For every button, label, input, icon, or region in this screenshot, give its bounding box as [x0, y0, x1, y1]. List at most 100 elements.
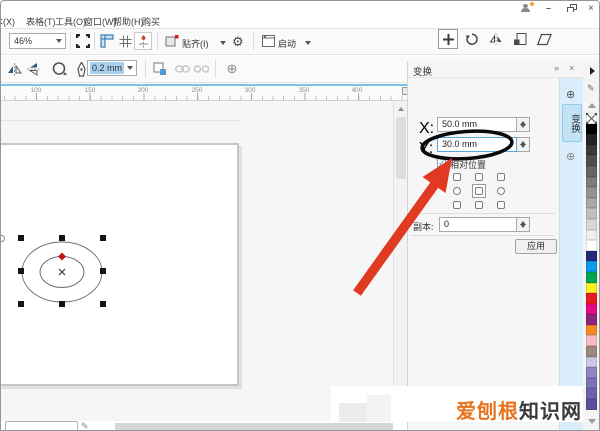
color-swatch[interactable] [586, 314, 597, 325]
docker-tab-transform[interactable]: 变换 [562, 104, 582, 142]
anchor-middle-right[interactable] [497, 187, 505, 195]
color-swatch[interactable] [586, 388, 597, 399]
color-swatch[interactable] [586, 399, 597, 410]
color-swatch[interactable] [586, 346, 597, 357]
y-position-input[interactable]: 30.0 mm [437, 137, 517, 152]
anchor-center[interactable] [475, 187, 483, 195]
menu-item-help[interactable]: 帮助(H) [113, 15, 144, 28]
color-swatch[interactable] [586, 272, 597, 283]
apply-button[interactable]: 应用 [515, 239, 557, 254]
palette-flyout-icon[interactable] [590, 67, 595, 75]
menu-item-window[interactable]: 窗口(W) [84, 15, 117, 28]
copies-spinner[interactable] [517, 217, 530, 232]
relative-position-checkbox[interactable]: ✓ [437, 158, 446, 167]
color-swatch[interactable] [586, 198, 597, 209]
selection-handle[interactable] [59, 235, 65, 241]
mirror-horizontal-icon[interactable] [5, 60, 23, 78]
anchor-bottom-left[interactable] [453, 201, 461, 209]
anchor-bottom-right[interactable] [497, 201, 505, 209]
anchor-top-left[interactable] [453, 173, 461, 181]
grid-toggle-icon[interactable] [116, 32, 134, 50]
snap-to-dropdown[interactable]: 贴齐(I) [182, 37, 209, 50]
color-swatch[interactable] [586, 134, 597, 145]
chevron-down-icon[interactable] [305, 41, 311, 45]
scroll-up-icon[interactable] [398, 107, 404, 111]
selection-handle[interactable] [100, 235, 106, 241]
docker-expand-icon[interactable]: » [554, 63, 559, 73]
transform-rotate-tab[interactable] [462, 29, 482, 49]
color-swatch[interactable] [586, 325, 597, 336]
zoom-level-combo[interactable]: 46% [9, 33, 66, 49]
unlink-icon[interactable] [192, 60, 210, 78]
x-position-input[interactable]: 50.0 mm [437, 117, 517, 132]
color-swatch[interactable] [586, 261, 597, 272]
add-preset-icon[interactable]: ⊕ [223, 60, 241, 78]
docker-new-icon[interactable]: ⊕ [566, 88, 575, 101]
color-swatch[interactable] [586, 187, 597, 198]
x-spinner[interactable] [517, 117, 530, 132]
anchor-top-right[interactable] [497, 173, 505, 181]
menu-item-buy[interactable]: 购买 [142, 15, 160, 28]
no-color-swatch[interactable] [586, 113, 597, 124]
ellipse-properties-icon[interactable] [51, 60, 69, 78]
color-swatch[interactable] [586, 155, 597, 166]
color-swatch[interactable] [586, 293, 597, 304]
docker-close-icon[interactable]: × [569, 63, 574, 73]
anchor-middle-left[interactable] [453, 187, 461, 195]
color-swatch[interactable] [586, 230, 597, 241]
horizontal-scrollbar[interactable] [115, 423, 393, 431]
transform-scale-mirror-tab[interactable] [486, 29, 506, 49]
menu-item-table[interactable]: 表格(T) [26, 15, 56, 28]
snap-options-icon[interactable] [163, 32, 181, 50]
color-swatch[interactable] [586, 304, 597, 315]
anchor-top-center[interactable] [475, 173, 483, 181]
add-docker-icon[interactable]: ⊕ [566, 150, 575, 163]
color-swatch[interactable] [586, 208, 597, 219]
rulers-toggle-icon[interactable] [98, 32, 116, 50]
transform-size-tab[interactable] [510, 29, 530, 49]
color-swatch[interactable] [586, 166, 597, 177]
color-swatch[interactable] [586, 335, 597, 346]
chevron-down-icon[interactable] [56, 39, 62, 43]
color-swatch[interactable] [586, 378, 597, 389]
color-swatch[interactable] [586, 283, 597, 294]
color-swatch[interactable] [586, 124, 597, 135]
color-swatch[interactable] [586, 145, 597, 156]
drawing-canvas[interactable] [1, 101, 393, 421]
chevron-down-icon[interactable] [127, 66, 133, 70]
options-gear-icon[interactable]: ⚙ [232, 34, 244, 50]
transform-skew-tab[interactable] [534, 29, 554, 49]
color-swatch[interactable] [586, 367, 597, 378]
outline-width-combo[interactable]: 0.2 mm [87, 60, 137, 76]
copies-input[interactable]: 0 [439, 217, 517, 232]
selection-handle[interactable] [18, 268, 24, 274]
vertical-scrollbar[interactable] [393, 101, 407, 421]
selection-handle[interactable] [18, 235, 24, 241]
selection-handle[interactable] [18, 301, 24, 307]
selection-handle[interactable] [100, 268, 106, 274]
guidelines-toggle-icon[interactable] [134, 32, 152, 50]
color-swatch[interactable] [586, 251, 597, 262]
palette-scroll-down-icon[interactable] [588, 419, 596, 424]
mirror-vertical-icon[interactable] [25, 60, 43, 78]
palette-scroll-up-icon[interactable] [588, 103, 596, 108]
y-spinner[interactable] [517, 137, 530, 152]
horizontal-ruler[interactable]: 100150200250300350400 [1, 84, 411, 101]
welcome-screen-icon[interactable] [259, 32, 277, 50]
color-swatch[interactable] [586, 219, 597, 230]
selection-handle[interactable] [59, 301, 65, 307]
menu-item-tools[interactable]: 工具(O) [55, 15, 86, 28]
color-swatch[interactable] [586, 357, 597, 368]
color-swatch[interactable] [586, 240, 597, 251]
link-icon[interactable] [173, 60, 191, 78]
transform-position-tab[interactable] [438, 29, 458, 49]
color-swatch[interactable] [586, 177, 597, 188]
anchor-bottom-center[interactable] [475, 201, 483, 209]
menu-item-text[interactable]: 本(X) [0, 15, 15, 28]
page-navigator-box[interactable] [5, 421, 78, 431]
launch-dropdown[interactable]: 启动 [278, 37, 296, 50]
fullscreen-preview-icon[interactable] [74, 32, 92, 50]
vertical-scroll-thumb[interactable] [396, 117, 406, 179]
selection-handle[interactable] [100, 301, 106, 307]
chevron-down-icon[interactable] [220, 41, 226, 45]
